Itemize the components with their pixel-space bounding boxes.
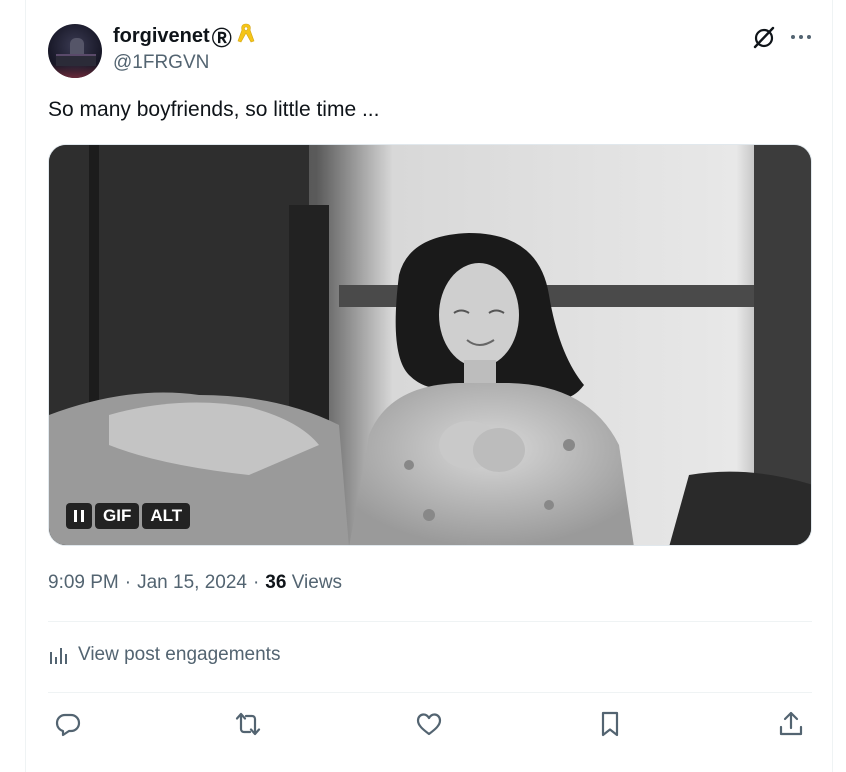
meta-separator: · xyxy=(252,572,260,593)
grok-icon[interactable] xyxy=(751,24,777,50)
tweet-text: So many boyfriends, so little time ... xyxy=(48,98,380,121)
gif-media[interactable]: GIF ALT xyxy=(48,144,812,546)
pause-button[interactable] xyxy=(66,503,92,529)
analytics-icon xyxy=(50,648,67,664)
avatar-piano xyxy=(56,54,96,66)
bookmark-icon xyxy=(601,711,619,737)
tweet-meta: 9:09 PM · Jan 15, 2024 · 36 Views xyxy=(48,572,342,594)
retweet-icon xyxy=(235,712,261,736)
reply-icon xyxy=(55,713,81,737)
gif-frame xyxy=(49,145,811,545)
name-row: forgivenet Ⓡ xyxy=(113,22,255,51)
share-icon xyxy=(779,711,803,736)
avatar-glow xyxy=(48,64,102,78)
gif-controls: GIF ALT xyxy=(66,503,191,529)
tweet-date[interactable]: Jan 15, 2024 xyxy=(137,572,247,594)
view-engagements-link[interactable]: View post engagements xyxy=(48,644,280,666)
engagements-label: View post engagements xyxy=(78,644,281,665)
registered-mark: Ⓡ xyxy=(211,28,232,50)
divider xyxy=(48,621,812,622)
views-label: Views xyxy=(291,572,343,593)
yellow-ribbon-icon xyxy=(234,22,255,51)
tweet-time[interactable]: 9:09 PM xyxy=(48,572,119,594)
like-button[interactable] xyxy=(415,710,445,740)
meta-separator: · xyxy=(124,572,132,593)
display-name[interactable]: forgivenet xyxy=(113,25,210,48)
share-button[interactable] xyxy=(777,710,807,740)
reply-button[interactable] xyxy=(54,710,84,740)
retweet-button[interactable] xyxy=(234,710,264,740)
heart-icon xyxy=(416,713,442,736)
gif-badge: GIF xyxy=(95,503,140,529)
bookmark-button[interactable] xyxy=(596,710,626,740)
handle[interactable]: @1FRGVN xyxy=(113,52,209,74)
alt-button[interactable]: ALT xyxy=(142,503,191,529)
divider xyxy=(48,692,812,693)
action-bar xyxy=(48,706,812,742)
views-count: 36 xyxy=(265,572,287,593)
more-icon[interactable] xyxy=(788,24,814,50)
avatar[interactable] xyxy=(48,24,102,78)
pause-icon xyxy=(74,510,84,522)
tweet-card: forgivenet Ⓡ @1FRGVN So many boyfriends,… xyxy=(25,0,833,772)
